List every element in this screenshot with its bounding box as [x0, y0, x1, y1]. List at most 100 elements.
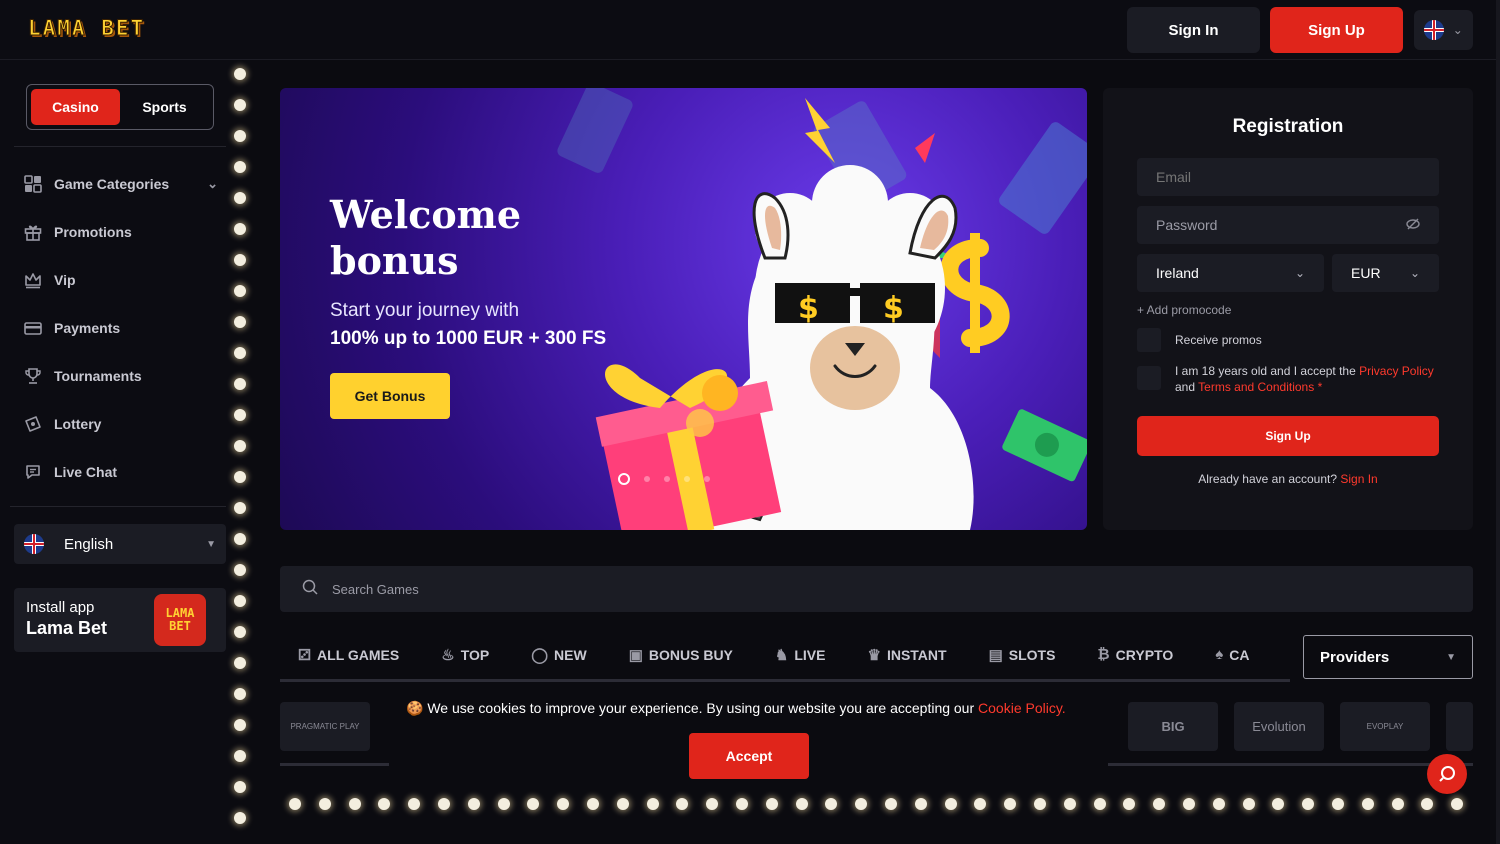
cookie-icon: 🍪: [406, 700, 424, 716]
tab-new[interactable]: ◯ NEW: [531, 646, 586, 664]
provider-pragmatic[interactable]: PRAGMATIC PLAY: [280, 702, 370, 751]
slot-machine-icon: ▤: [988, 646, 1003, 664]
install-app-banner[interactable]: Install app Lama Bet LAMA BET: [14, 588, 226, 652]
light-bulb: [1093, 798, 1106, 810]
provider-big[interactable]: BIG: [1128, 702, 1218, 751]
privacy-policy-link[interactable]: Privacy Policy: [1359, 364, 1434, 378]
terms-link[interactable]: Terms and Conditions: [1198, 380, 1314, 394]
get-bonus-button[interactable]: Get Bonus: [330, 373, 450, 419]
sidebar-item-label: Lottery: [54, 416, 102, 432]
light-bulb: [1421, 798, 1434, 810]
new-badge-icon: ◯: [531, 646, 549, 664]
tab-top[interactable]: ♨ TOP: [441, 646, 489, 664]
ticket-icon: [22, 413, 44, 435]
password-field[interactable]: Password: [1137, 206, 1439, 244]
show-password-icon[interactable]: [1406, 217, 1420, 234]
language-selector[interactable]: ⌄: [1414, 10, 1473, 50]
add-promocode-link[interactable]: + Add promocode: [1137, 303, 1231, 317]
sidebar-item-lottery[interactable]: Lottery: [22, 400, 222, 448]
card-icon: [22, 317, 44, 339]
page-scrollbar[interactable]: [1496, 0, 1500, 844]
sign-in-link[interactable]: Sign In: [1340, 472, 1377, 486]
marquee-lights-vertical: [233, 68, 247, 844]
carousel-dot[interactable]: [664, 476, 670, 482]
crown-icon: [22, 269, 44, 291]
tab-bonus-buy[interactable]: ▣ BONUS BUY: [629, 646, 733, 664]
sidebar-item-payments[interactable]: Payments: [22, 304, 222, 352]
light-bulb: [1451, 798, 1464, 810]
provider-evoplay[interactable]: EVOPLAY: [1340, 702, 1430, 751]
sidebar-item-vip[interactable]: Vip: [22, 256, 222, 304]
sign-up-button[interactable]: Sign Up: [1270, 7, 1403, 53]
sidebar-item-label: Game Categories: [54, 176, 170, 192]
mode-toggle: Casino Sports: [26, 84, 214, 130]
sports-tab[interactable]: Sports: [120, 89, 209, 125]
sign-in-button[interactable]: Sign In: [1127, 7, 1260, 53]
carousel-dot[interactable]: [704, 476, 710, 482]
terms-checkbox[interactable]: [1137, 366, 1161, 390]
logo[interactable]: LAMA BET: [27, 16, 145, 41]
light-bulb: [974, 798, 987, 810]
light-bulb: [234, 719, 246, 731]
light-bulb: [497, 798, 510, 810]
chevron-down-icon: ⌄: [207, 176, 218, 191]
email-field[interactable]: [1137, 158, 1439, 196]
carousel-dot[interactable]: [618, 473, 630, 485]
light-bulb: [1212, 798, 1225, 810]
receive-promos-checkbox[interactable]: [1137, 328, 1161, 352]
grid-icon: [22, 173, 44, 195]
register-submit-button[interactable]: Sign Up: [1137, 416, 1439, 456]
search-input[interactable]: [332, 581, 932, 597]
carousel-dots: [618, 473, 710, 485]
currency-select[interactable]: EUR ⌄: [1332, 254, 1439, 292]
tab-all-games[interactable]: ⚂ ALL GAMES: [298, 646, 399, 664]
sidebar-item-promotions[interactable]: Promotions: [22, 208, 222, 256]
provider-scroll-track: [280, 763, 389, 766]
carousel-dot[interactable]: [684, 476, 690, 482]
light-bulb: [1004, 798, 1017, 810]
welcome-banner[interactable]: $ $ Welcome bonus Start your journey wit…: [280, 88, 1087, 530]
light-bulb: [825, 798, 838, 810]
tab-slots[interactable]: ▤ SLOTS: [989, 646, 1056, 664]
sidebar-nav: Game Categories ⌄ Promotions Vip Payment…: [22, 160, 222, 496]
sidebar-item-game-categories[interactable]: Game Categories ⌄: [22, 160, 222, 208]
light-bulb: [438, 798, 450, 810]
trophy-icon: [22, 365, 44, 387]
light-bulb: [616, 798, 629, 810]
light-bulb: [234, 657, 246, 669]
accept-cookies-button[interactable]: Accept: [689, 733, 809, 779]
light-bulb: [1153, 798, 1166, 810]
sidebar-item-label: Tournaments: [54, 368, 142, 384]
chevron-down-icon: ⌄: [1294, 266, 1305, 280]
language-select[interactable]: English ▼: [14, 524, 226, 564]
tab-live[interactable]: ♞ LIVE: [775, 646, 826, 664]
light-bulb: [234, 316, 246, 328]
light-bulb: [234, 533, 246, 545]
cookie-policy-link[interactable]: Cookie Policy.: [978, 700, 1066, 716]
light-bulb: [1242, 798, 1255, 810]
svg-text:$: $: [883, 291, 904, 326]
light-bulb: [234, 192, 246, 204]
light-bulb: [914, 798, 927, 810]
carousel-dot[interactable]: [644, 476, 650, 482]
tab-crypto[interactable]: ₿ CRYPTO: [1097, 646, 1173, 663]
provider-evolution[interactable]: Evolution: [1234, 702, 1324, 751]
provider-partial[interactable]: [1446, 702, 1473, 751]
sidebar-item-tournaments[interactable]: Tournaments: [22, 352, 222, 400]
divider: [14, 146, 226, 147]
llama-mascot-illustration: $ $: [557, 88, 1087, 530]
tab-instant[interactable]: ♛ INSTANT: [867, 646, 946, 664]
casino-tab[interactable]: Casino: [31, 89, 120, 125]
divider: [10, 506, 226, 507]
search-icon: [302, 579, 318, 599]
light-bulb: [234, 440, 246, 452]
providers-dropdown[interactable]: Providers ▼: [1303, 635, 1473, 679]
password-placeholder: Password: [1156, 217, 1218, 233]
country-select[interactable]: Ireland ⌄: [1137, 254, 1324, 292]
light-bulb: [234, 812, 246, 824]
light-bulb: [765, 798, 778, 810]
game-search[interactable]: [280, 566, 1473, 612]
tab-card-games[interactable]: ♠ CA: [1215, 646, 1249, 663]
chat-button[interactable]: [1427, 754, 1467, 794]
sidebar-item-live-chat[interactable]: Live Chat: [22, 448, 222, 496]
